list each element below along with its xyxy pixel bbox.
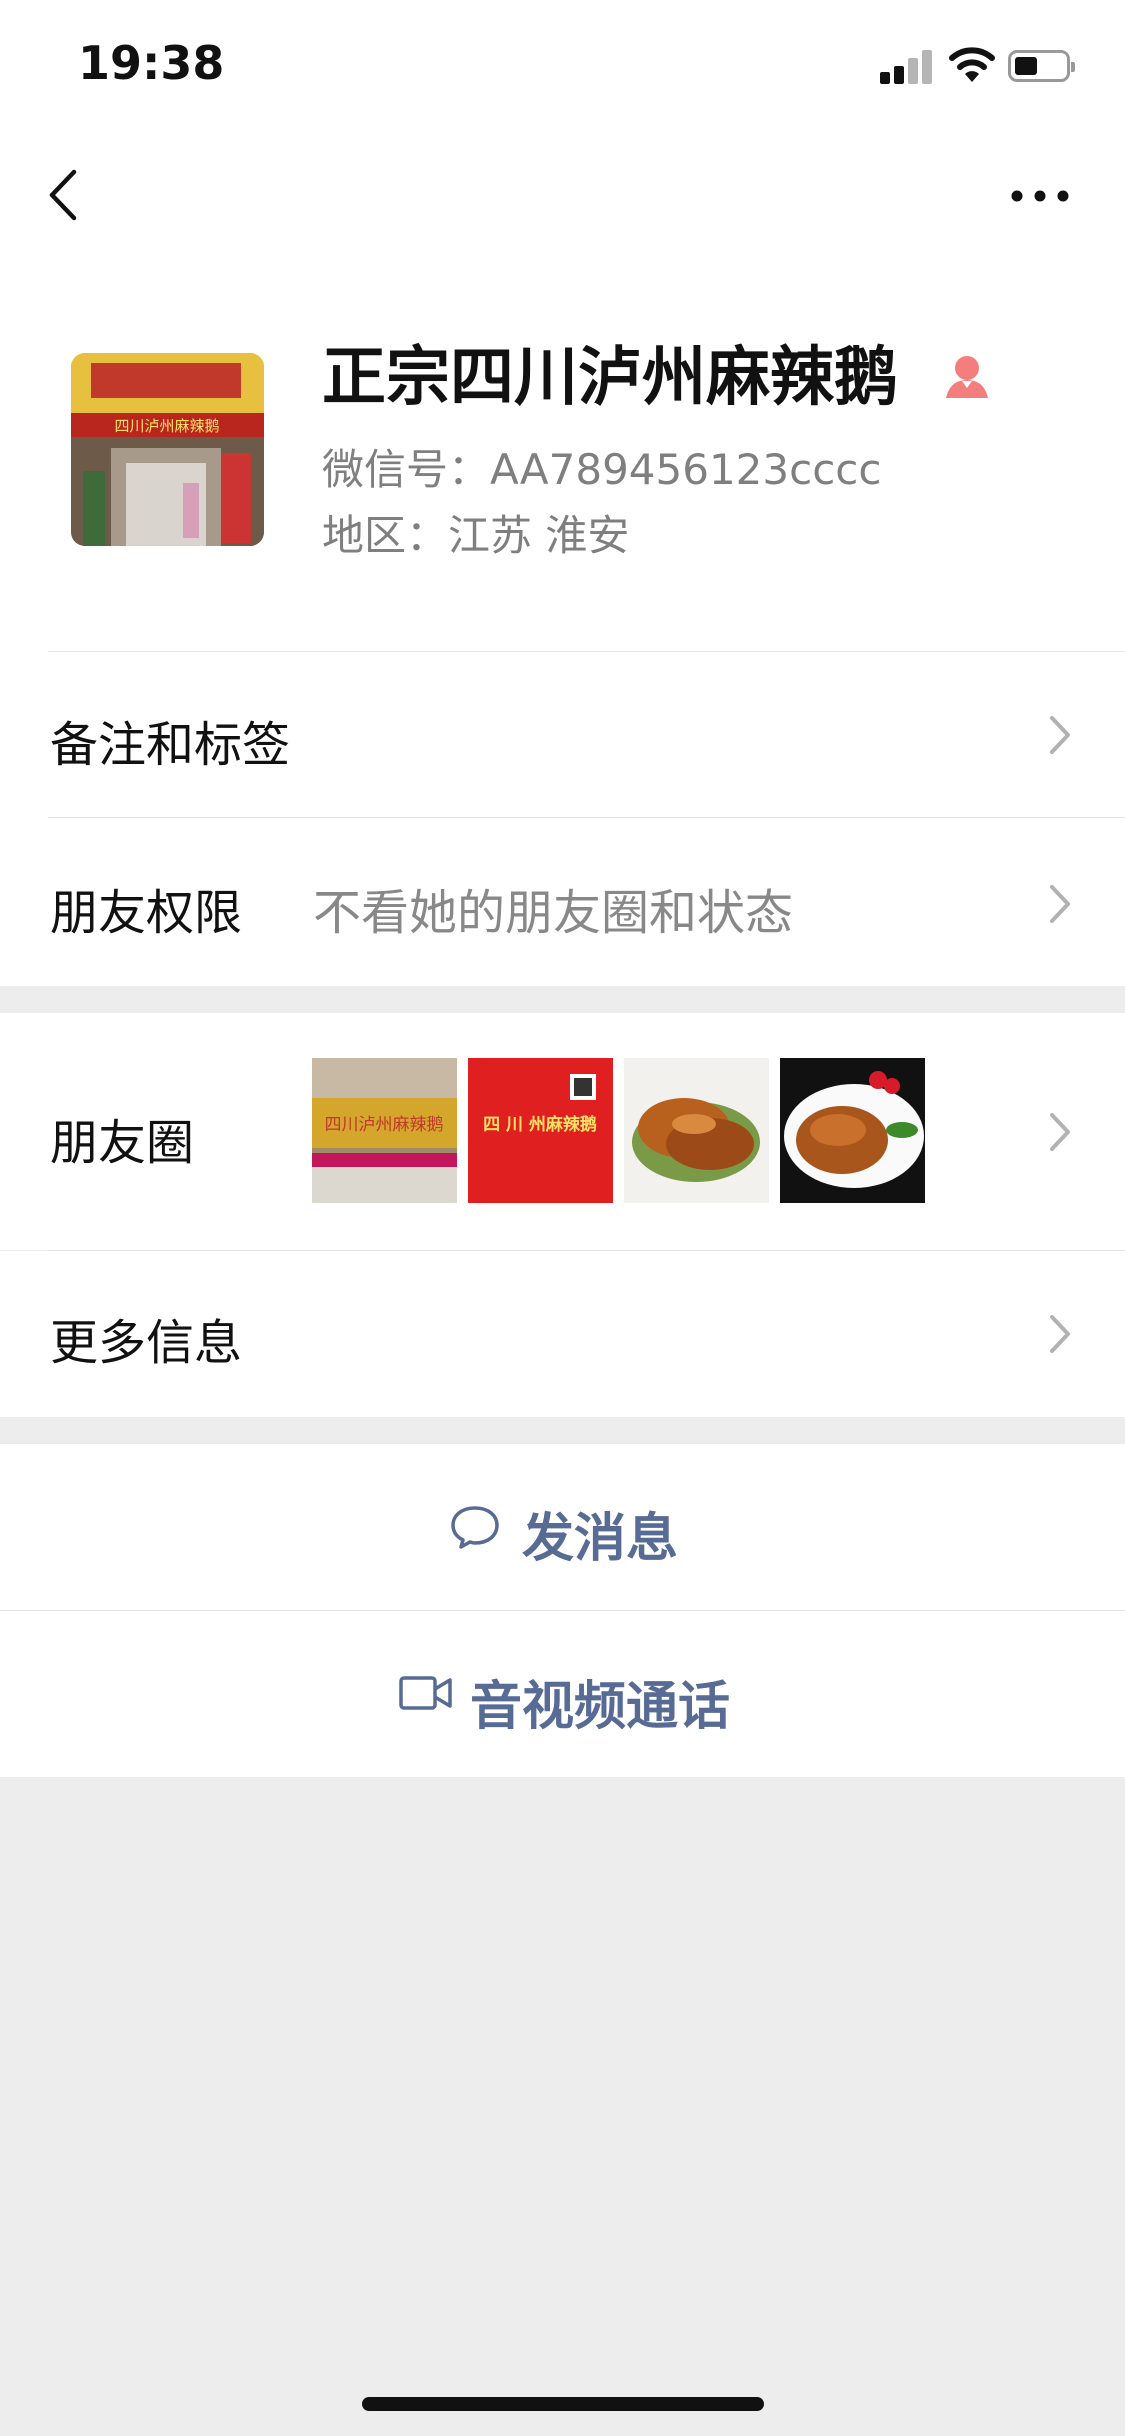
video-camera-icon xyxy=(399,1676,452,1710)
storefront-photo: 四川泸州麻辣鹅 xyxy=(71,353,264,546)
back-icon[interactable] xyxy=(40,160,90,230)
video-call-label: 音视频通话 xyxy=(470,1677,731,1737)
remarks-tags-row[interactable]: 备注和标签 xyxy=(0,652,1125,817)
chevron-right-icon xyxy=(1050,885,1070,923)
home-indicator[interactable] xyxy=(362,2397,764,2411)
moments-thumbnail xyxy=(780,1058,925,1203)
chevron-right-icon xyxy=(1050,1113,1070,1151)
moments-thumbnail: 四川泸州麻辣鹅 xyxy=(312,1058,457,1203)
send-message-button[interactable]: 发消息 xyxy=(0,1444,1125,1610)
chevron-right-icon xyxy=(1050,716,1070,754)
region: 地区：江苏 淮安 xyxy=(322,511,630,560)
remarks-tags-label: 备注和标签 xyxy=(50,717,291,773)
female-person-icon xyxy=(946,356,988,398)
moments-thumbnail: 四 川 州麻辣鹅 xyxy=(468,1058,613,1203)
cellular-signal-icon xyxy=(880,50,934,84)
status-time: 19:38 xyxy=(78,36,225,90)
friend-permissions-label: 朋友权限 xyxy=(50,885,243,941)
chat-bubble-icon xyxy=(451,1506,499,1549)
profile-name: 正宗四川泸州麻辣鹅 xyxy=(322,341,898,415)
moments-label: 朋友圈 xyxy=(50,1115,195,1171)
section-gap xyxy=(0,1417,1125,1444)
avatar[interactable]: 四川泸州麻辣鹅 xyxy=(71,353,264,546)
video-call-button[interactable]: 音视频通话 xyxy=(0,1611,1125,1777)
battery-icon xyxy=(1008,50,1075,82)
thumbnail-text: 四 川 州麻辣鹅 xyxy=(483,1114,597,1135)
send-message-label: 发消息 xyxy=(522,1509,679,1569)
friend-permissions-row[interactable]: 朋友权限 不看她的朋友圈和状态 xyxy=(0,818,1125,986)
moments-thumbnail xyxy=(624,1058,769,1203)
more-options-icon[interactable] xyxy=(1005,176,1075,216)
wifi-icon xyxy=(949,47,995,82)
section-gap xyxy=(0,986,1125,1013)
more-info-label: 更多信息 xyxy=(50,1315,243,1371)
friend-permissions-value: 不看她的朋友圈和状态 xyxy=(313,885,794,941)
wechat-id: 微信号：AA789456123cccc xyxy=(322,445,882,494)
svg-text:四川泸州麻辣鹅: 四川泸州麻辣鹅 xyxy=(114,417,219,435)
chevron-right-icon xyxy=(1050,1315,1070,1353)
more-info-row[interactable]: 更多信息 xyxy=(0,1251,1125,1417)
status-bar: 19:38 xyxy=(0,0,1125,132)
thumbnail-text: 四川泸州麻辣鹅 xyxy=(325,1115,444,1135)
